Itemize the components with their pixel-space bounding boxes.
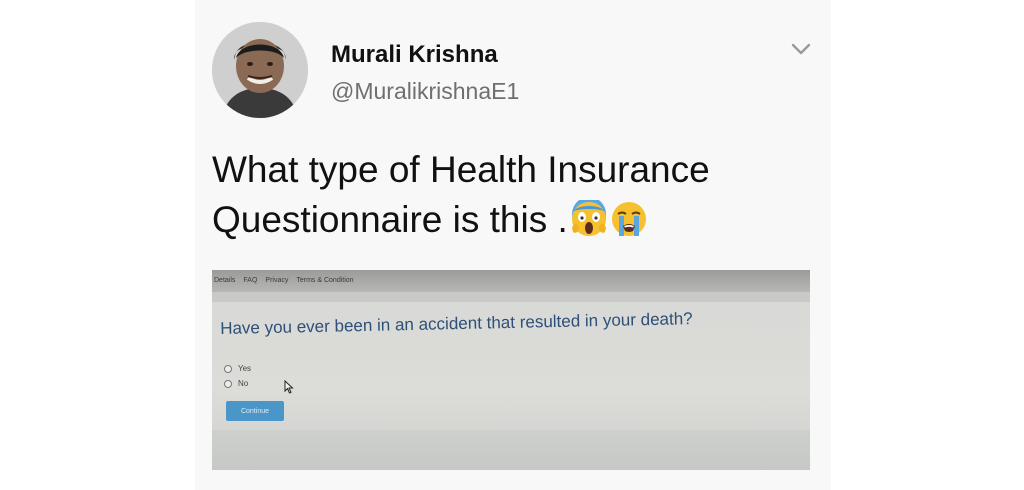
face-screaming-in-fear-icon [570,200,608,238]
mouse-pointer-icon [284,380,294,394]
chevron-down-icon[interactable] [791,42,811,56]
avatar[interactable] [212,22,308,118]
question-text: Have you ever been in an accident that r… [220,309,693,338]
screen-footer [212,430,810,470]
author-handle[interactable]: @MuralikrishnaE1 [331,78,519,105]
option-label: Yes [238,364,252,373]
nav-item-faq[interactable]: FAQ [243,277,257,284]
continue-button[interactable]: Continue [226,401,284,421]
loudly-crying-face-icon [610,200,648,238]
embedded-screen-photo: Details FAQ Privacy Terms & Condition Ha… [212,270,810,470]
nav-item-terms[interactable]: Terms & Condition [296,277,353,284]
nav-item-privacy[interactable]: Privacy [265,277,288,284]
profile-photo-icon [212,22,308,118]
tweet-text: What type of Health Insurance Questionna… [212,145,802,245]
header-strip [212,292,810,302]
option-no[interactable]: No [224,379,248,388]
tweet-card: Murali Krishna @MuralikrishnaE1 What typ… [195,0,831,490]
author-name[interactable]: Murali Krishna [331,41,498,69]
radio-button[interactable] [224,364,232,373]
option-yes[interactable]: Yes [224,364,251,373]
nav-item-details[interactable]: Details [214,277,235,284]
site-nav: Details FAQ Privacy Terms & Condition [214,277,354,284]
radio-button[interactable] [224,379,232,388]
option-label: No [238,379,249,388]
